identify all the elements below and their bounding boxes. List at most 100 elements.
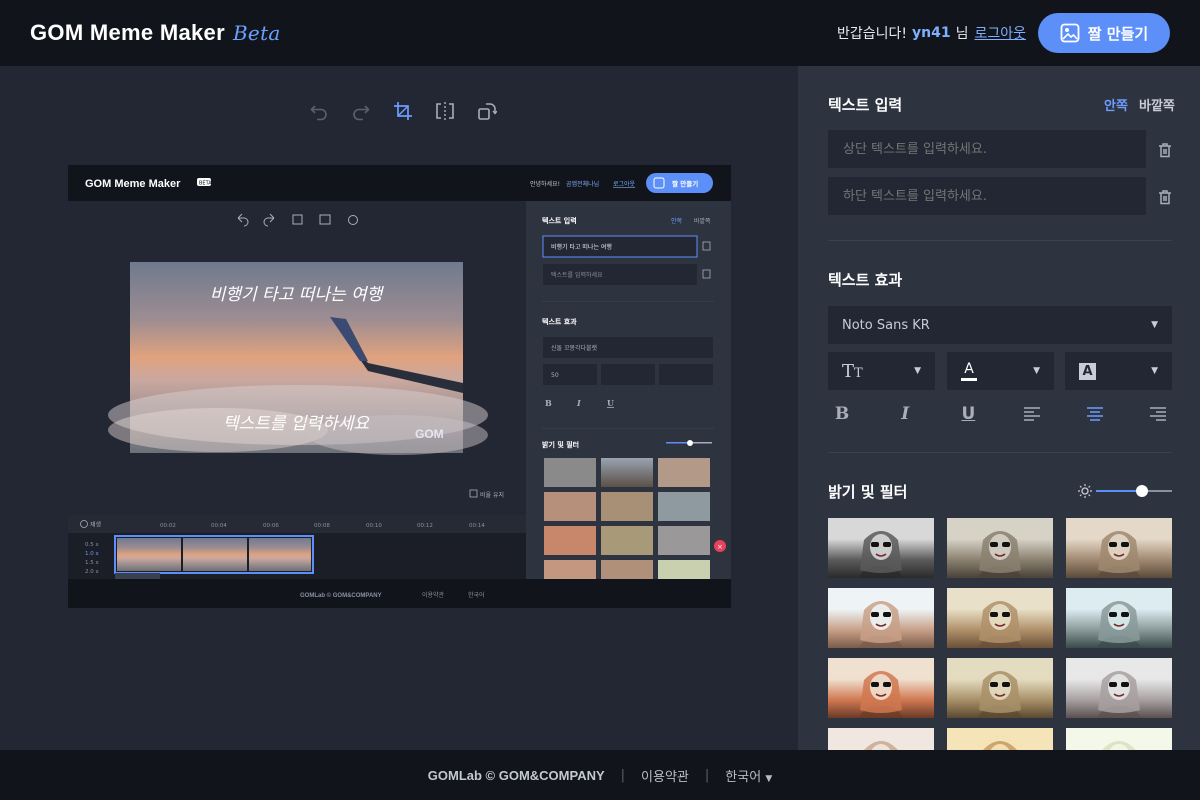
brightness-slider[interactable] bbox=[1096, 485, 1172, 497]
flip-icon[interactable] bbox=[434, 100, 456, 122]
italic-icon[interactable]: I bbox=[895, 404, 915, 424]
font-size-select[interactable]: TT ▼ bbox=[828, 352, 935, 390]
portrait-thumb-image bbox=[1102, 741, 1136, 750]
text-input-title: 텍스트 입력 bbox=[828, 96, 903, 114]
tab-inside[interactable]: 안쪽 bbox=[1104, 95, 1128, 114]
chevron-down-icon: ▼ bbox=[1033, 366, 1040, 376]
filter-thumb-bright[interactable] bbox=[828, 588, 934, 648]
svg-text:U: U bbox=[607, 398, 614, 408]
redo-icon[interactable] bbox=[350, 100, 372, 122]
filter-thumb-faded[interactable] bbox=[947, 518, 1053, 578]
align-right-icon[interactable] bbox=[1148, 404, 1168, 424]
greeting-text: 반갑습니다! bbox=[836, 26, 907, 42]
filter-thumb-sepia[interactable] bbox=[947, 658, 1053, 718]
preview-top-field: 비행기 타고 떠나는 여행 bbox=[551, 243, 612, 251]
logout-link[interactable]: 로그아웃 bbox=[974, 23, 1026, 43]
chevron-down-icon: ▼ bbox=[765, 773, 773, 784]
preview-beta-badge: BETA bbox=[199, 181, 212, 187]
text-color-icon: A bbox=[961, 362, 977, 381]
edit-toolbar bbox=[308, 100, 498, 122]
username: yn41 bbox=[912, 25, 951, 41]
portrait-thumb-image bbox=[864, 741, 898, 750]
footer-divider: | bbox=[704, 767, 710, 783]
preview-top-caption: 비행기 타고 떠나는 여행 bbox=[210, 285, 385, 305]
language-label: 한국어 bbox=[725, 769, 762, 785]
settings-panel: 텍스트 입력 안쪽 바깥쪽 텍스트 효과 Noto Sans KR ▼ TT ▼… bbox=[798, 66, 1200, 750]
font-select[interactable]: Noto Sans KR ▼ bbox=[828, 306, 1172, 344]
speed-option: 1.5 x bbox=[85, 560, 99, 566]
text-size-icon: TT bbox=[842, 360, 863, 382]
underline-icon[interactable]: U bbox=[958, 404, 978, 424]
text-effect-title: 텍스트 효과 bbox=[828, 271, 903, 289]
bottom-text-input[interactable] bbox=[828, 177, 1146, 215]
brightness-icon bbox=[1078, 484, 1092, 498]
filter-thumb-cool[interactable] bbox=[1066, 588, 1172, 648]
make-meme-button[interactable]: 짤 만들기 bbox=[1038, 13, 1170, 53]
footer-brand[interactable]: GOMLab © GOM&COMPANY bbox=[428, 768, 605, 783]
tick: 00:14 bbox=[469, 523, 485, 529]
preview-font-select: 신돌 꼬몽각다블랫 bbox=[551, 344, 598, 352]
preview-footer-terms: 이용약관 bbox=[422, 591, 445, 599]
crop-icon[interactable] bbox=[392, 100, 414, 122]
delete-top-text-icon[interactable] bbox=[1156, 141, 1174, 159]
filter-thumb-grayscale[interactable] bbox=[828, 518, 934, 578]
text-color-select[interactable]: A ▼ bbox=[947, 352, 1054, 390]
preview-logo: GOM Meme Maker bbox=[85, 178, 181, 190]
text-stroke-select[interactable]: A ▼ bbox=[1065, 352, 1172, 390]
preview-watermark: GOM bbox=[415, 427, 444, 441]
preview-greeting: 안녕하세요! bbox=[530, 180, 560, 188]
preview-username: 곰앱전체나님 bbox=[566, 180, 599, 188]
language-select[interactable]: 한국어 ▼ bbox=[725, 766, 772, 785]
filter-thumb-fade[interactable] bbox=[1066, 658, 1172, 718]
preview-svg: GOM Meme Maker BETA 안녕하세요! 곰앱전체나님 로그아웃 짤… bbox=[68, 165, 731, 608]
image-icon bbox=[1060, 23, 1080, 43]
filter-thumb-vintage[interactable] bbox=[947, 588, 1053, 648]
portrait-thumb-image bbox=[859, 601, 903, 648]
preview-footer-lang: 한국어 bbox=[468, 591, 485, 599]
preview-filter-title: 밝기 및 필터 bbox=[542, 440, 579, 449]
portrait-thumb-image bbox=[978, 531, 1022, 578]
portrait-thumb-image bbox=[1097, 671, 1141, 718]
footer-terms-link[interactable]: 이용약관 bbox=[641, 766, 689, 785]
logo-text: GOM Meme Maker bbox=[30, 20, 225, 45]
align-center-icon[interactable] bbox=[1085, 404, 1105, 424]
chevron-down-icon: ▼ bbox=[1151, 366, 1158, 376]
chevron-down-icon: ▼ bbox=[1151, 320, 1158, 330]
preview-footer-brand: GOMLab © GOM&COMPANY bbox=[300, 592, 382, 599]
filter-thumb-golden[interactable] bbox=[947, 728, 1053, 750]
preview-timeline-label: 재생 bbox=[90, 521, 101, 529]
app-header: GOM Meme Maker Beta 반갑습니다! yn41 님 로그아웃 짤 … bbox=[0, 0, 1200, 66]
chevron-down-icon: ▼ bbox=[914, 366, 921, 376]
portrait-thumb-image bbox=[859, 671, 903, 718]
preview-bottom-field: 텍스트를 입력하세요 bbox=[551, 271, 603, 279]
portrait-thumb-image bbox=[1097, 531, 1141, 578]
filter-thumb-light[interactable] bbox=[1066, 728, 1172, 750]
undo-icon[interactable] bbox=[308, 100, 330, 122]
app-footer: GOMLab © GOM&COMPANY | 이용약관 | 한국어 ▼ bbox=[0, 750, 1200, 800]
section-divider bbox=[828, 240, 1172, 241]
filter-thumb-warm[interactable] bbox=[1066, 518, 1172, 578]
preview-canvas[interactable]: GOM Meme Maker BETA 안녕하세요! 곰앱전체나님 로그아웃 짤… bbox=[68, 165, 731, 608]
portrait-thumb-image bbox=[978, 671, 1022, 718]
app-root: GOM Meme Maker Beta 반갑습니다! yn41 님 로그아웃 짤 … bbox=[0, 0, 1200, 800]
portrait-thumb-image bbox=[859, 531, 903, 578]
filter-thumb-vivid[interactable] bbox=[828, 658, 934, 718]
svg-text:B: B bbox=[545, 398, 552, 408]
honorific: 님 bbox=[955, 26, 969, 42]
footer-divider: | bbox=[620, 767, 626, 783]
app-logo[interactable]: GOM Meme Maker Beta bbox=[30, 20, 281, 46]
filter-thumb-soft[interactable] bbox=[828, 728, 934, 750]
brightness-slider-handle[interactable] bbox=[1135, 485, 1148, 497]
tab-outside[interactable]: 바깥쪽 bbox=[1139, 95, 1175, 114]
rotate-icon[interactable] bbox=[476, 100, 498, 122]
preview-bottom-caption: 텍스트를 입력하세요 bbox=[223, 414, 371, 434]
preview-effect-title: 텍스트 효과 bbox=[542, 317, 577, 326]
delete-bottom-text-icon[interactable] bbox=[1156, 188, 1174, 206]
bold-icon[interactable]: B bbox=[832, 404, 852, 424]
top-text-input[interactable] bbox=[828, 130, 1146, 168]
portrait-thumb-image bbox=[1097, 601, 1141, 648]
filter-grid bbox=[828, 518, 1172, 750]
align-left-icon[interactable] bbox=[1022, 404, 1042, 424]
preview-tab-outside: 바깥쪽 bbox=[694, 217, 711, 225]
speed-option: 0.5 x bbox=[85, 542, 99, 548]
